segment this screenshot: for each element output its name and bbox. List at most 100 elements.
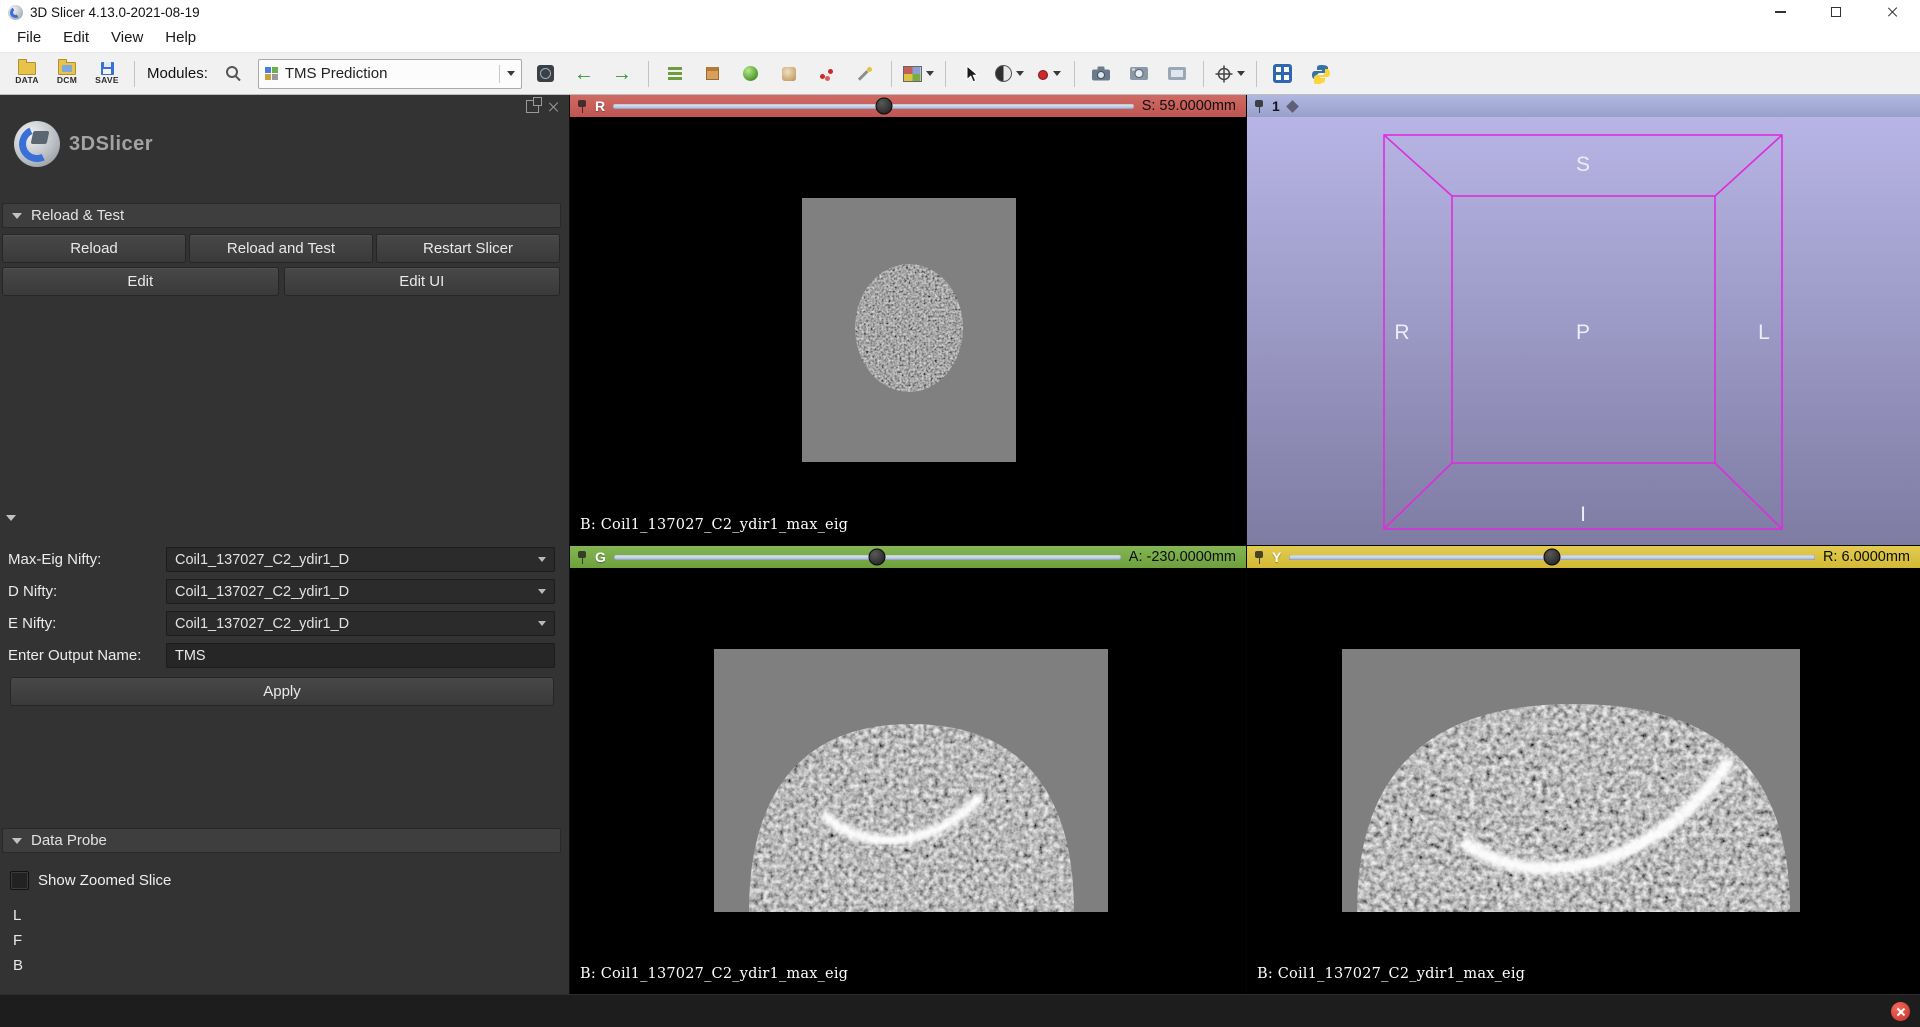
axial-slice-image [802, 198, 1016, 462]
yellow-slice-slider[interactable] [1289, 555, 1815, 560]
mouse-mode-button[interactable] [954, 58, 990, 90]
layout-selector-button[interactable] [900, 58, 937, 90]
max-eig-nifty-select[interactable]: Coil1_137027_C2_ydir1_D [166, 547, 555, 572]
minimize-button[interactable] [1752, 0, 1808, 24]
green-slice-slider[interactable] [614, 555, 1121, 560]
status-bar [0, 994, 1920, 1027]
scene-view-restore-button[interactable] [1159, 58, 1195, 90]
e-nifty-row: E Nifty: Coil1_137027_C2_ydir1_D [0, 611, 569, 637]
slicer-wordmark: 3DSlicer [69, 133, 153, 156]
section-collapse-button[interactable] [6, 515, 16, 521]
slider-handle[interactable] [869, 549, 886, 566]
coronal-slice-image [714, 649, 1108, 912]
contrast-icon [995, 65, 1012, 82]
edit-ui-button[interactable]: Edit UI [284, 267, 561, 296]
reload-test-section-header[interactable]: Reload & Test [2, 203, 561, 228]
place-point-button[interactable] [1030, 58, 1066, 90]
transform-icon [782, 67, 796, 81]
module-panel: 3DSlicer Reload & Test Reload Reload and… [0, 95, 570, 994]
red-slice-offset[interactable]: S: 59.0000mm [1142, 98, 1239, 114]
module-back-button[interactable]: ← [566, 58, 602, 90]
module-icon [265, 67, 278, 80]
save-button[interactable]: SAVE [88, 57, 126, 91]
green-slice-offset[interactable]: A: -230.0000mm [1129, 549, 1239, 565]
undock-panel-button[interactable] [526, 100, 539, 113]
restart-slicer-button[interactable]: Restart Slicer [376, 234, 560, 263]
favorite-models-module-button[interactable] [733, 58, 769, 90]
pin-icon[interactable] [577, 100, 587, 113]
module-selector[interactable]: TMS Prediction [258, 59, 522, 89]
pin-icon[interactable] [1254, 551, 1264, 564]
close-panel-icon [547, 101, 559, 113]
menu-help[interactable]: Help [154, 24, 207, 52]
load-data-button[interactable]: DATA [8, 57, 46, 91]
red-view-label[interactable]: R [595, 98, 605, 114]
combo-divider [499, 65, 500, 83]
extensions-icon [1273, 64, 1292, 83]
dicom-folder-icon [58, 62, 76, 75]
slider-handle[interactable] [1544, 549, 1561, 566]
yellow-slice-offset[interactable]: R: 6.0000mm [1823, 549, 1913, 565]
error-indicator-icon[interactable] [1891, 1002, 1910, 1021]
green-slice-canvas[interactable]: B: Coil1_137027_C2_ydir1_max_eig [570, 568, 1246, 994]
reload-button[interactable]: Reload [2, 234, 186, 263]
favorite-volumes-module-button[interactable] [695, 58, 731, 90]
yellow-slice-canvas[interactable]: B: Coil1_137027_C2_ydir1_max_eig [1247, 568, 1920, 994]
slider-handle[interactable] [875, 98, 892, 115]
pin-icon[interactable] [577, 551, 587, 564]
window-controls [1752, 0, 1920, 24]
favorite-segment-editor-button[interactable] [847, 58, 883, 90]
red-slice-canvas[interactable]: B: Coil1_137027_C2_ydir1_max_eig [570, 117, 1246, 545]
menu-file[interactable]: File [6, 24, 52, 52]
view-layout: R S: 59.0000mm [570, 95, 1920, 994]
extensions-manager-button[interactable] [1265, 58, 1301, 90]
magic-wand-icon [857, 66, 872, 81]
python-console-button[interactable] [1303, 58, 1339, 90]
screenshot-button[interactable] [1083, 58, 1119, 90]
back-arrow-icon: ← [574, 64, 594, 84]
threed-view: 1 S [1247, 95, 1920, 545]
scene-view-capture-button[interactable] [1121, 58, 1157, 90]
center-view-icon[interactable] [1286, 100, 1299, 113]
yellow-slice-controller: Y R: 6.0000mm [1247, 546, 1920, 568]
favorite-markups-module-button[interactable] [809, 58, 845, 90]
reload-and-test-button[interactable]: Reload and Test [189, 234, 373, 263]
chevron-down-icon [926, 71, 934, 76]
yellow-view-label[interactable]: Y [1272, 549, 1281, 565]
maximize-button[interactable] [1808, 0, 1864, 24]
red-slice-slider[interactable] [613, 104, 1134, 109]
edit-button[interactable]: Edit [2, 267, 279, 296]
maximize-icon [1831, 7, 1841, 17]
apply-button[interactable]: Apply [10, 677, 554, 706]
orientation-label-left: L [1758, 321, 1770, 344]
model-sphere-icon [743, 66, 758, 81]
module-history-button[interactable] [528, 58, 564, 90]
collapse-arrow-icon [12, 213, 22, 219]
crosshair-button[interactable] [1212, 58, 1248, 90]
module-search-button[interactable] [216, 58, 252, 90]
d-nifty-row: D Nifty: Coil1_137027_C2_ydir1_D [0, 579, 569, 605]
data-probe-section-header[interactable]: Data Probe [2, 828, 561, 853]
d-nifty-select[interactable]: Coil1_137027_C2_ydir1_D [166, 579, 555, 604]
pin-icon[interactable] [1254, 100, 1264, 113]
favorite-data-module-button[interactable] [657, 58, 693, 90]
threed-canvas[interactable]: S R P L I [1247, 117, 1920, 545]
markups-dots-icon [819, 67, 834, 81]
module-forward-button[interactable]: → [604, 58, 640, 90]
load-dicom-button[interactable]: DCM [48, 57, 86, 91]
green-view-label[interactable]: G [595, 549, 606, 565]
python-icon [1311, 64, 1331, 84]
forward-arrow-icon: → [612, 64, 632, 84]
menu-view[interactable]: View [100, 24, 154, 52]
threed-view-label[interactable]: 1 [1272, 98, 1280, 114]
adjust-window-level-button[interactable] [992, 58, 1028, 90]
close-panel-button[interactable] [547, 101, 559, 113]
menu-edit[interactable]: Edit [52, 24, 100, 52]
slicer-logo-icon [14, 121, 60, 167]
output-name-input[interactable] [166, 643, 555, 668]
close-button[interactable] [1864, 0, 1920, 24]
search-icon [226, 66, 241, 81]
favorite-transforms-module-button[interactable] [771, 58, 807, 90]
show-zoomed-slice-checkbox[interactable] [10, 871, 29, 890]
e-nifty-select[interactable]: Coil1_137027_C2_ydir1_D [166, 611, 555, 636]
